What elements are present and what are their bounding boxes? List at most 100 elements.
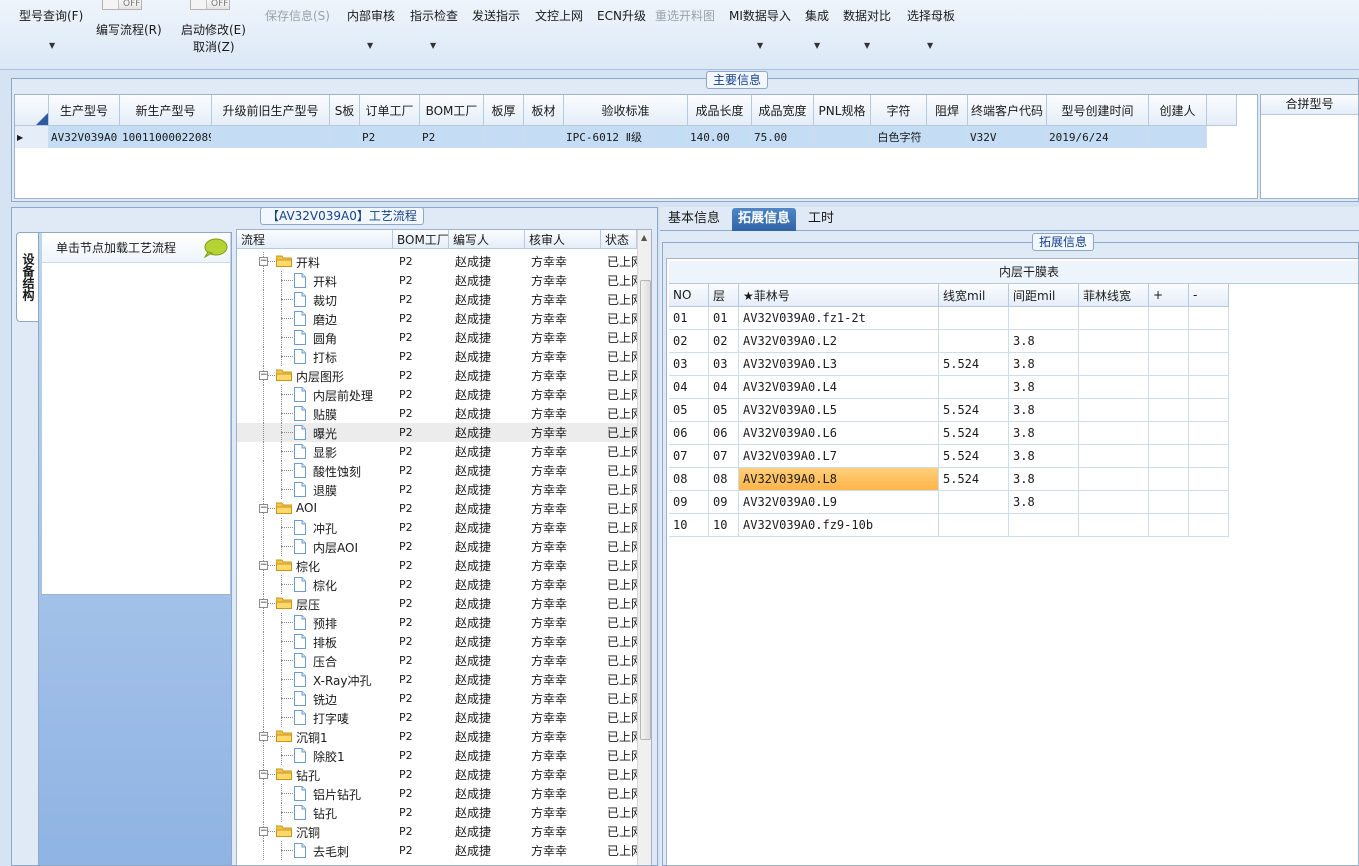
main-info-cell[interactable] <box>212 126 330 148</box>
flow-writer-cell[interactable]: 赵成捷 <box>449 651 525 670</box>
main-info-cell[interactable]: P2 <box>360 126 420 148</box>
flow-bom-cell[interactable]: P2 <box>393 328 449 347</box>
flow-checker-cell[interactable]: 方幸幸 <box>525 366 601 385</box>
flow-checker-cell[interactable]: 方幸幸 <box>525 290 601 309</box>
flow-status-cell[interactable]: 已上网 <box>601 385 637 404</box>
film-cell[interactable] <box>1149 330 1189 353</box>
film-table-row[interactable]: 07 07 AV32V039A0.L7 5.524 3.8 <box>669 445 1229 468</box>
flow-cell[interactable]: 冲孔 <box>237 518 393 537</box>
film-cell[interactable]: AV32V039A0.L2 <box>739 330 939 353</box>
film-cell[interactable] <box>1189 491 1229 514</box>
internal-review-dropdown-icon[interactable]: ▼ <box>367 41 373 50</box>
flow-node-label[interactable]: 沉铜1 <box>296 729 328 746</box>
flow-checker-cell[interactable]: 方幸幸 <box>525 841 601 860</box>
main-info-col-header[interactable]: 字符 <box>871 95 927 126</box>
flow-writer-cell[interactable]: 赵成捷 <box>449 689 525 708</box>
collapse-icon[interactable]: − <box>259 257 268 266</box>
flow-writer-cell[interactable]: 赵成捷 <box>449 404 525 423</box>
main-info-col-header[interactable]: 板厚 <box>484 95 524 126</box>
film-col-header[interactable]: ★菲林号 <box>739 284 939 307</box>
film-cell[interactable] <box>1079 468 1149 491</box>
flow-cell[interactable]: 贴膜 <box>237 404 393 423</box>
flow-bom-cell[interactable]: P2 <box>393 499 449 518</box>
film-cell[interactable]: AV32V039A0.L5 <box>739 399 939 422</box>
flow-cell[interactable]: X-Ray冲孔 <box>237 670 393 689</box>
flow-node-label[interactable]: 打字唛 <box>313 710 349 727</box>
flow-checker-cell[interactable]: 方幸幸 <box>525 328 601 347</box>
flow-cell[interactable]: 开料 <box>237 271 393 290</box>
film-cell[interactable] <box>1189 307 1229 330</box>
film-cell[interactable] <box>1149 353 1189 376</box>
film-cell[interactable]: 02 <box>669 330 709 353</box>
flow-cell[interactable]: − 层压 <box>237 594 393 613</box>
flow-writer-cell[interactable]: 赵成捷 <box>449 822 525 841</box>
flow-bom-cell[interactable]: P2 <box>393 385 449 404</box>
main-info-cell[interactable] <box>524 126 564 148</box>
flow-bom-cell[interactable]: P2 <box>393 708 449 727</box>
film-cell[interactable] <box>1189 514 1229 537</box>
equipment-structure-tab[interactable]: 设备结构 <box>16 232 38 322</box>
main-info-col-header[interactable]: 成品宽度 <box>752 95 814 126</box>
flow-status-cell[interactable]: 已上网 <box>601 594 637 613</box>
flow-tree-item-row[interactable]: 显影 P2赵成捷方幸幸已上网 <box>237 442 637 461</box>
flow-writer-cell[interactable]: 赵成捷 <box>449 784 525 803</box>
flow-status-cell[interactable]: 已上网 <box>601 784 637 803</box>
main-info-cell[interactable]: 140.00 <box>688 126 752 148</box>
flow-status-cell[interactable]: 已上网 <box>601 689 637 708</box>
flow-status-cell[interactable]: 已上网 <box>601 423 637 442</box>
flow-checker-cell[interactable]: 方幸幸 <box>525 613 601 632</box>
flow-tree-folder-row[interactable]: − 开料 P2赵成捷方幸幸已上网 <box>237 252 637 271</box>
flow-checker-cell[interactable]: 方幸幸 <box>525 746 601 765</box>
mi-import-dropdown-icon[interactable]: ▼ <box>757 41 763 50</box>
flow-node-label[interactable]: 铣边 <box>313 691 337 708</box>
flow-node-label[interactable]: 除胶1 <box>313 748 345 765</box>
flow-cell[interactable]: − AOI <box>237 499 393 518</box>
instruction-check-dropdown-icon[interactable]: ▼ <box>430 41 436 50</box>
flow-tree-folder-row[interactable]: − 钻孔 P2赵成捷方幸幸已上网 <box>237 765 637 784</box>
flow-checker-cell[interactable]: 方幸幸 <box>525 252 601 271</box>
film-cell[interactable] <box>1149 307 1189 330</box>
film-table-row[interactable]: 10 10 AV32V039A0.fz9-10b <box>669 514 1229 537</box>
flow-node-label[interactable]: 内层前处理 <box>313 387 373 404</box>
film-cell[interactable] <box>1009 307 1079 330</box>
main-info-cell[interactable]: 10011000022089 <box>120 126 212 148</box>
flow-writer-cell[interactable]: 赵成捷 <box>449 442 525 461</box>
film-cell[interactable]: 5.524 <box>939 468 1009 491</box>
flow-node-label[interactable]: AOI <box>296 501 317 515</box>
flow-tree-item-row[interactable]: 去毛刺 P2赵成捷方幸幸已上网 <box>237 841 637 860</box>
flow-checker-cell[interactable]: 方幸幸 <box>525 708 601 727</box>
flow-cell[interactable]: 铣边 <box>237 689 393 708</box>
flow-tree-item-row[interactable]: 裁切 P2赵成捷方幸幸已上网 <box>237 290 637 309</box>
flow-status-cell[interactable]: 已上网 <box>601 480 637 499</box>
film-cell[interactable] <box>1079 514 1149 537</box>
film-cell[interactable]: 06 <box>669 422 709 445</box>
flow-status-cell[interactable]: 已上网 <box>601 404 637 423</box>
flow-bom-cell[interactable]: P2 <box>393 347 449 366</box>
flow-node-label[interactable]: 去毛刺 <box>313 843 349 860</box>
flow-bom-cell[interactable]: P2 <box>393 518 449 537</box>
film-cell[interactable]: AV32V039A0.L7 <box>739 445 939 468</box>
flow-cell[interactable]: 打字唛 <box>237 708 393 727</box>
film-col-header[interactable]: - <box>1189 284 1229 307</box>
flow-node-label[interactable]: 开料 <box>296 254 320 271</box>
flow-status-cell[interactable]: 已上网 <box>601 309 637 328</box>
film-cell[interactable]: 08 <box>669 468 709 491</box>
flow-writer-cell[interactable]: 赵成捷 <box>449 632 525 651</box>
film-cell[interactable]: 09 <box>709 491 739 514</box>
main-info-col-header[interactable]: 板材 <box>524 95 564 126</box>
flow-tree-folder-row[interactable]: − 层压 P2赵成捷方幸幸已上网 <box>237 594 637 613</box>
flow-writer-cell[interactable]: 赵成捷 <box>449 309 525 328</box>
film-col-header[interactable]: 菲林线宽 <box>1079 284 1149 307</box>
flow-node-label[interactable]: 磨边 <box>313 311 337 328</box>
main-info-cell[interactable] <box>814 126 871 148</box>
flow-checker-cell[interactable]: 方幸幸 <box>525 480 601 499</box>
tab-work-hours[interactable]: 工时 <box>802 208 840 231</box>
flow-checker-cell[interactable]: 方幸幸 <box>525 271 601 290</box>
flow-tree-item-row[interactable]: 打字唛 P2赵成捷方幸幸已上网 <box>237 708 637 727</box>
film-cell[interactable]: AV32V039A0.L6 <box>739 422 939 445</box>
flow-cell[interactable]: 打标 <box>237 347 393 366</box>
flow-bom-cell[interactable]: P2 <box>393 252 449 271</box>
collapse-icon[interactable]: − <box>259 599 268 608</box>
flow-node-label[interactable]: 棕化 <box>313 577 337 594</box>
flow-writer-cell[interactable]: 赵成捷 <box>449 385 525 404</box>
